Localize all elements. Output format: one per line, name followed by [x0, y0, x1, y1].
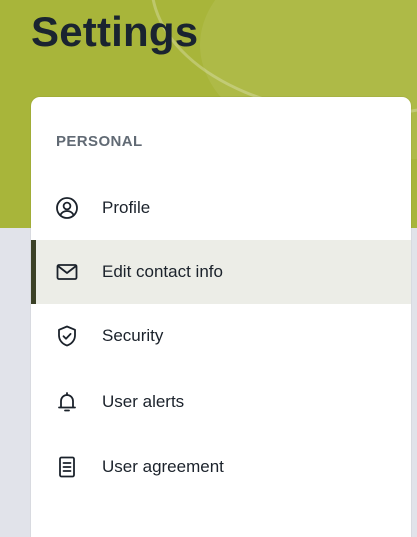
bell-icon — [55, 390, 79, 414]
page-background — [0, 228, 9, 515]
menu-item-profile[interactable]: Profile — [31, 176, 411, 240]
menu-item-edit-contact-info[interactable]: Edit contact info — [31, 240, 411, 304]
menu-item-security[interactable]: Security — [31, 304, 411, 368]
menu-item-label: Edit contact info — [102, 262, 223, 281]
menu-item-label: Security — [102, 326, 164, 345]
document-icon — [55, 455, 79, 479]
user-circle-icon — [55, 196, 79, 220]
menu-item-user-alerts[interactable]: User alerts — [31, 370, 411, 434]
menu-item-user-agreement[interactable]: User agreement — [31, 435, 411, 499]
shield-check-icon — [55, 324, 79, 348]
settings-menu-card: PERSONAL Profile Edit contact info Secur… — [31, 97, 411, 537]
menu-item-label: Profile — [102, 198, 151, 217]
page-title: Settings — [31, 8, 199, 55]
menu-item-label: User alerts — [102, 392, 185, 411]
menu-item-label: User agreement — [102, 457, 224, 476]
envelope-icon — [55, 260, 79, 284]
section-label-personal: PERSONAL — [56, 133, 143, 150]
